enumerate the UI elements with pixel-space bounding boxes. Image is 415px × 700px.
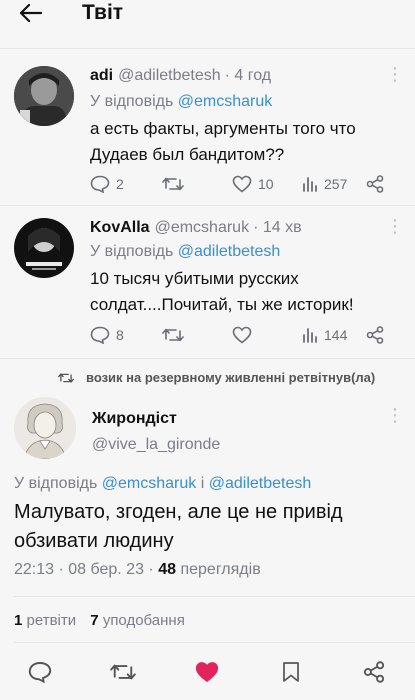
tweet-text-line: а есть факты, аргументы того что [90,119,356,138]
comment-icon [90,175,110,193]
tweet-text-line: Малувато, згоден, але це не привід [14,501,343,523]
retweet-icon [162,177,184,191]
comment-count: 8 [116,327,124,343]
avatar[interactable] [14,218,74,278]
retweet-icon [162,328,184,342]
like-button[interactable] [232,326,252,344]
views-button[interactable]: 257 [302,176,347,192]
views-label: переглядів [180,561,261,578]
bookmark-button[interactable] [278,658,304,686]
views-icon [303,177,317,192]
back-arrow-icon[interactable] [18,0,44,26]
share-button[interactable] [366,326,384,344]
reply-to-line: У відповідь @emcsharuk і @adiletbetesh [14,475,311,493]
views-count[interactable]: 48 [158,561,176,578]
tweet-datetime: 22:13 · 08 бер. 23 · [14,561,154,578]
like-button[interactable]: 10 [232,175,274,193]
retweet-banner-text: возик на резервному живленні ретвітнув(л… [86,370,376,385]
author-handle[interactable]: @adiletbetesh [118,66,221,86]
views-icon [303,328,317,343]
retweet-icon [58,372,74,383]
retweets-label: ретвіти [26,612,77,629]
retweet-button[interactable] [162,327,184,343]
divider [0,48,415,49]
tweet-text-line: обзивати людину [14,530,174,552]
like-count: 10 [258,176,274,192]
author-name[interactable]: adi [90,66,113,86]
likes-count: 7 [90,612,99,629]
tweet-time: · 4 год [224,67,272,84]
divider [0,205,415,206]
comment-button[interactable] [26,658,54,686]
reply-to-link[interactable]: @emcsharuk [102,475,197,492]
share-icon [366,326,384,344]
like-button[interactable] [192,658,222,686]
author-name[interactable]: KovAlla [90,218,150,238]
avatar[interactable] [14,397,76,459]
bookmark-icon [283,662,299,682]
tweet-text-line: солдат....Почитай, ты же историк! [90,295,354,314]
author-handle[interactable]: @vive_la_gironde [92,436,220,454]
retweet-button[interactable] [108,658,138,686]
comment-icon [28,662,52,683]
share-button[interactable] [366,175,384,193]
kebab-icon[interactable]: ⋮ [386,405,404,426]
header: Твіт [0,0,415,40]
comment-count: 2 [116,176,124,192]
heart-icon [232,326,252,344]
tweet-text-line: Дудаев был бандитом?? [90,145,285,164]
retweets-stat[interactable]: 1 ретвіти [14,612,80,629]
likes-stat[interactable]: 7 уподобання [90,612,185,629]
views-count: 144 [324,327,348,343]
kebab-icon[interactable]: ⋮ [386,216,404,237]
comment-button[interactable]: 2 [90,175,124,193]
share-icon [366,175,384,193]
reply-to-prefix: У відповідь [90,93,174,110]
tweet-text-line: 10 тысяч убитыми русских [90,269,299,288]
share-button[interactable] [360,658,388,686]
divider [0,358,415,359]
reply-to-link[interactable]: @adiletbetesh [209,475,312,492]
reply-to-prefix: У відповідь [90,243,174,260]
retweet-button[interactable] [162,176,184,192]
author-name[interactable]: Жирондіст [92,410,177,428]
reply-to-and: і [200,475,205,492]
views-count: 257 [324,176,348,192]
tweet-meta: 22:13 · 08 бер. 23 · 48 переглядів [14,561,261,579]
divider [14,642,415,643]
retweets-count: 1 [14,612,23,629]
comment-icon [90,326,110,344]
avatar[interactable] [14,66,74,126]
reply-to-link[interactable]: @emcsharuk [178,93,273,110]
tweet-stats: 1 ретвіти 7 уподобання [14,612,185,629]
retweet-banner[interactable]: возик на резервному живленні ретвітнув(л… [58,370,375,385]
heart-icon [232,175,252,193]
comment-button[interactable]: 8 [90,326,124,344]
reply-to-link[interactable]: @adiletbetesh [178,243,281,260]
kebab-icon[interactable]: ⋮ [386,64,404,85]
reply-to-prefix: У відповідь [14,475,98,492]
page-title: Твіт [82,1,124,24]
tweet-time: · 14 хв [253,219,302,236]
action-bar [0,654,415,690]
share-icon [363,661,385,683]
retweet-icon [110,664,136,680]
views-button[interactable]: 144 [302,327,347,343]
author-handle[interactable]: @emcsharuk [155,218,250,238]
heart-icon [195,662,219,683]
likes-label: уподобання [102,612,185,629]
divider [14,596,415,597]
